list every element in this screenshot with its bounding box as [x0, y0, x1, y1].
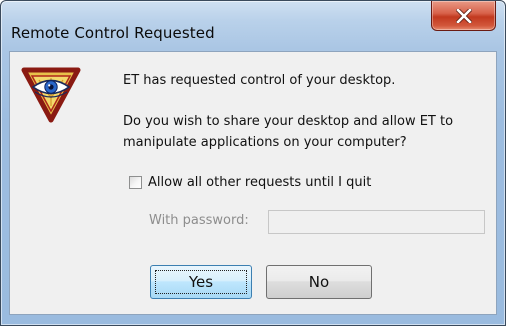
close-icon	[455, 8, 472, 23]
eye-triangle-icon	[21, 67, 81, 123]
password-field	[268, 210, 485, 234]
allow-requests-label[interactable]: Allow all other requests until I quit	[148, 175, 371, 190]
dialog-window: Remote Control Requested ET has requeste…	[0, 0, 506, 326]
allow-requests-checkbox-row[interactable]: Allow all other requests until I quit	[129, 175, 371, 190]
password-label: With password:	[149, 213, 249, 228]
window-title: Remote Control Requested	[11, 24, 215, 42]
yes-button-label: Yes	[188, 273, 214, 291]
message-primary: ET has requested control of your desktop…	[123, 73, 396, 88]
close-button[interactable]	[431, 1, 496, 31]
dialog-content: ET has requested control of your desktop…	[9, 51, 497, 315]
no-button-label: No	[308, 273, 330, 291]
message-secondary: Do you wish to share your desktop and al…	[123, 114, 454, 150]
allow-requests-checkbox[interactable]	[129, 176, 142, 189]
no-button[interactable]: No	[266, 265, 372, 299]
yes-button[interactable]: Yes	[150, 265, 252, 299]
